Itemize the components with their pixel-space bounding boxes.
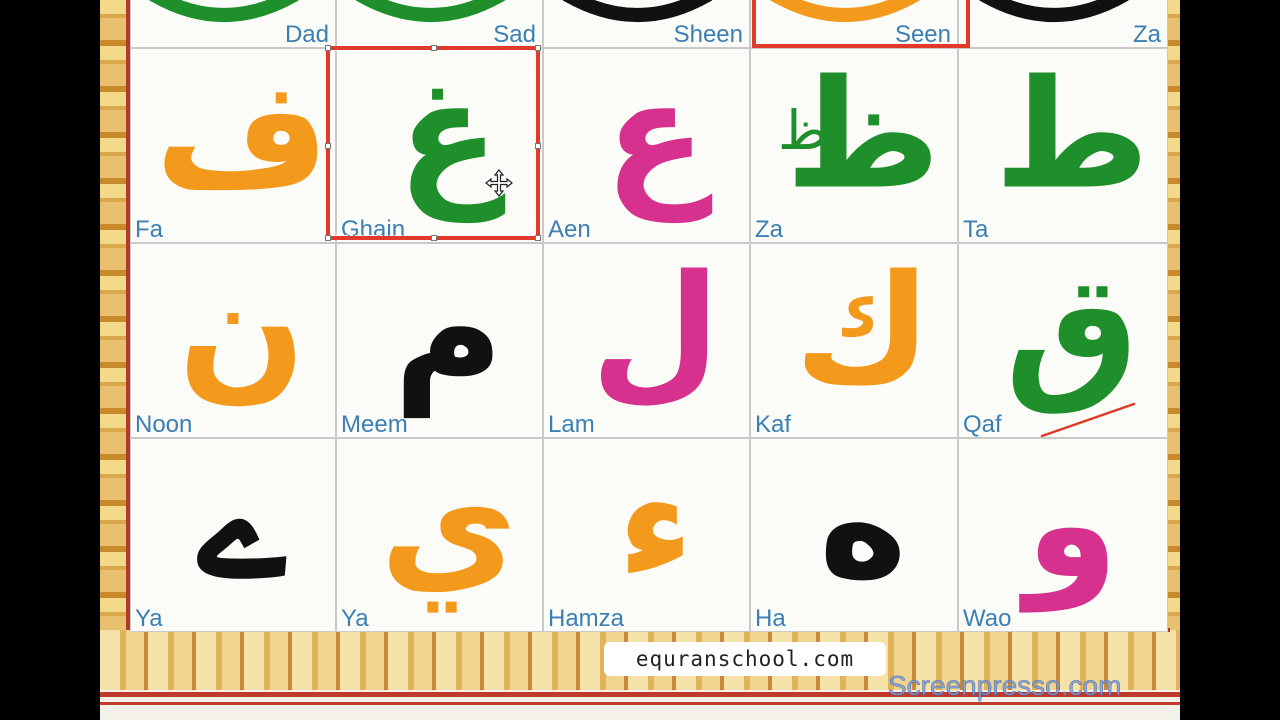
letter-cell-noon: ن Noon: [130, 243, 336, 438]
letter-cell-za: Za: [958, 0, 1168, 48]
arabic-letter-glyph: ل: [590, 244, 720, 418]
red-underline-annotation: [1040, 402, 1136, 438]
arabic-letter-glyph: ے: [197, 439, 287, 612]
letter-name-label: Meem: [341, 411, 408, 438]
arabic-letter: ق: [1005, 244, 1139, 418]
screenpresso-watermark: Screenpresso.com: [888, 670, 1122, 702]
letter-name-label: Sad: [493, 21, 536, 48]
arabic-letter-glyph: م: [394, 244, 504, 419]
arabic-letter: ے: [197, 439, 287, 612]
letter-name-label: Ta: [963, 216, 989, 243]
letter-cell-sheen: Sheen: [543, 0, 750, 48]
arabic-letter-glyph: ف: [155, 49, 329, 223]
letter-cell-ya: ے Ya: [130, 438, 336, 632]
letter-name-label: Kaf: [755, 411, 792, 438]
letter-cell-kaf: ك Kaf: [750, 243, 958, 438]
arabic-letter-glyph: ع: [604, 49, 712, 224]
letter-cell-ta: ط Ta: [958, 48, 1168, 243]
letter-cell-za: ظ ظ Za: [750, 48, 958, 243]
arabic-letter-glyph: و: [1018, 439, 1118, 613]
arabic-letter: ف: [155, 49, 329, 223]
arabic-letter-glyph: ك: [794, 244, 931, 418]
letter-name-label: Fa: [135, 216, 164, 243]
letter-name-label: Dad: [284, 21, 329, 48]
arabic-letter: ن: [178, 244, 306, 418]
alphabet-chart-page: Dad Sad Sheen Seen Za ف Fa غ Ghain ع Aen ظ ظ Za ط Ta ن No…: [100, 0, 1180, 720]
letter-name-label: Wao: [963, 605, 1012, 632]
arabic-letter: ه: [819, 439, 908, 612]
resize-handle-w[interactable]: [325, 143, 331, 149]
letter-cell-aen: ع Aen: [543, 48, 750, 243]
letter-name-label: Qaf: [963, 411, 1002, 438]
arabic-letter-glyph: ء: [617, 439, 694, 612]
letter-name-label: Lam: [548, 411, 595, 438]
resize-handle-s[interactable]: [431, 235, 437, 241]
resize-handle-n[interactable]: [431, 45, 437, 51]
seen-highlight-frame: [752, 0, 970, 48]
arabic-letter: ل: [590, 244, 720, 418]
letter-name-label: Ya: [341, 605, 369, 632]
letter-name-label: Za: [755, 216, 784, 243]
letters-grid: Dad Sad Sheen Seen Za ف Fa غ Ghain ع Aen ظ ظ Za ط Ta ن No…: [130, 0, 1168, 632]
resize-handle-nw[interactable]: [325, 45, 331, 51]
letter-cell-meem: م Meem: [336, 243, 543, 438]
ornamental-border-right: [1166, 0, 1180, 640]
move-cursor-icon: [485, 169, 513, 197]
letter-cell-hamza: ء Hamza: [543, 438, 750, 632]
letter-name-label: Sheen: [673, 21, 743, 48]
resize-handle-sw[interactable]: [325, 235, 331, 241]
letter-cell-ha: ه Ha: [750, 438, 958, 632]
resize-handle-se[interactable]: [535, 235, 541, 241]
arabic-letter: و: [1018, 439, 1118, 613]
letter-name-label: Hamza: [548, 605, 625, 632]
arabic-letter: ي: [380, 439, 517, 613]
letter-name-label: Ya: [135, 605, 163, 632]
letter-name-label: Aen: [548, 216, 591, 243]
arabic-letter-glyph: ي: [380, 439, 517, 613]
site-url-label: equranschool.com: [604, 642, 886, 676]
letter-cell-sad: Sad: [336, 0, 543, 48]
letter-cell-wao: و Wao: [958, 438, 1168, 632]
arabic-letter: ك: [794, 244, 931, 418]
letter-cell-dad: Dad: [130, 0, 336, 48]
arabic-letter-small: ظ: [778, 99, 828, 162]
arabic-letter-glyph: ط: [994, 49, 1150, 223]
letter-name-label: Ha: [755, 605, 786, 632]
letter-cell-fa: ف Fa: [130, 48, 336, 243]
arabic-letter-glyph: ن: [178, 244, 306, 418]
resize-handle-ne[interactable]: [535, 45, 541, 51]
arabic-letter: ء: [617, 439, 694, 612]
letter-cell-lam: ل Lam: [543, 243, 750, 438]
letter-cell-ya: ي Ya: [336, 438, 543, 632]
letter-name-label: Noon: [135, 411, 193, 438]
letter-name-label: Za: [1132, 21, 1161, 48]
arabic-letter: ط: [994, 49, 1150, 223]
resize-handle-e[interactable]: [535, 143, 541, 149]
ghain-selection-frame[interactable]: [325, 45, 541, 241]
arabic-letter: م: [394, 244, 504, 419]
arabic-letter-glyph: ظظ: [778, 49, 941, 223]
arabic-letter: ع: [604, 49, 712, 224]
arabic-letter-glyph: ه: [819, 439, 908, 612]
